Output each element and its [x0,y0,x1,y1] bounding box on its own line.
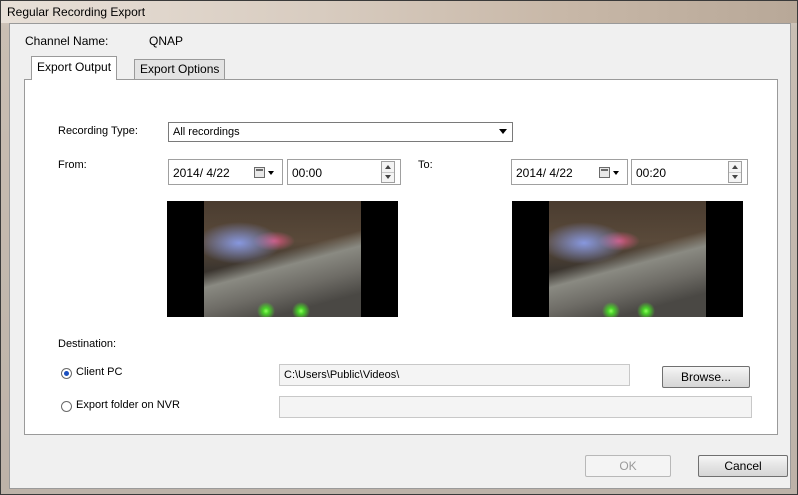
from-date-value: 2014/ 4/22 [173,166,230,180]
chevron-down-icon[interactable] [268,171,274,175]
from-time-spinner[interactable] [381,161,395,183]
window-title: Regular Recording Export [7,5,146,19]
to-time-value: 00:20 [636,166,667,180]
chevron-down-icon [499,129,507,134]
client-pc-path-field[interactable]: C:\Users\Public\Videos\ [279,364,630,386]
recording-type-value: All recordings [173,126,240,138]
recording-type-select[interactable]: All recordings [168,122,513,142]
destination-label: Destination: [58,338,117,350]
to-label: To: [418,159,433,171]
camera-snapshot [549,201,706,317]
from-preview-image [167,201,398,317]
spin-up-icon[interactable] [385,165,391,169]
tab-export-output[interactable]: Export Output [31,56,118,80]
from-label: From: [58,159,87,171]
tab-export-options-label: Export Options [140,62,220,76]
to-time-spinner[interactable] [728,161,742,183]
nvr-folder-path-field[interactable] [279,396,752,418]
from-time-value: 00:00 [292,166,323,180]
client-pc-label[interactable]: Client PC [76,366,122,378]
title-bar[interactable]: Regular Recording Export [1,1,797,23]
recording-type-label: Recording Type: [58,125,138,137]
to-date-value: 2014/ 4/22 [516,166,573,180]
camera-snapshot [204,201,361,317]
cancel-button[interactable]: Cancel [698,455,788,477]
channel-name-label: Channel Name: [25,34,109,48]
nvr-folder-radio[interactable] [61,401,72,412]
to-date-picker[interactable]: 2014/ 4/22 [511,159,628,185]
client-pc-path-value: C:\Users\Public\Videos\ [284,369,400,381]
to-preview-image [512,201,743,317]
nvr-folder-label[interactable]: Export folder on NVR [76,399,180,411]
spinner-divider [382,172,394,173]
tab-export-output-label: Export Output [37,60,112,74]
spin-up-icon[interactable] [732,165,738,169]
browse-button[interactable]: Browse... [662,366,750,388]
from-date-picker[interactable]: 2014/ 4/22 [168,159,283,185]
export-dialog: Regular Recording Export Channel Name: Q… [0,0,798,495]
client-pc-radio[interactable] [61,368,72,379]
calendar-icon[interactable] [254,167,265,178]
channel-name-value: QNAP [149,34,184,48]
ok-button[interactable]: OK [585,455,671,477]
spin-down-icon[interactable] [385,175,391,179]
calendar-icon[interactable] [599,167,610,178]
spinner-divider [729,172,741,173]
spin-down-icon[interactable] [732,175,738,179]
chevron-down-icon[interactable] [613,171,619,175]
tab-export-options[interactable]: Export Options [134,59,226,79]
